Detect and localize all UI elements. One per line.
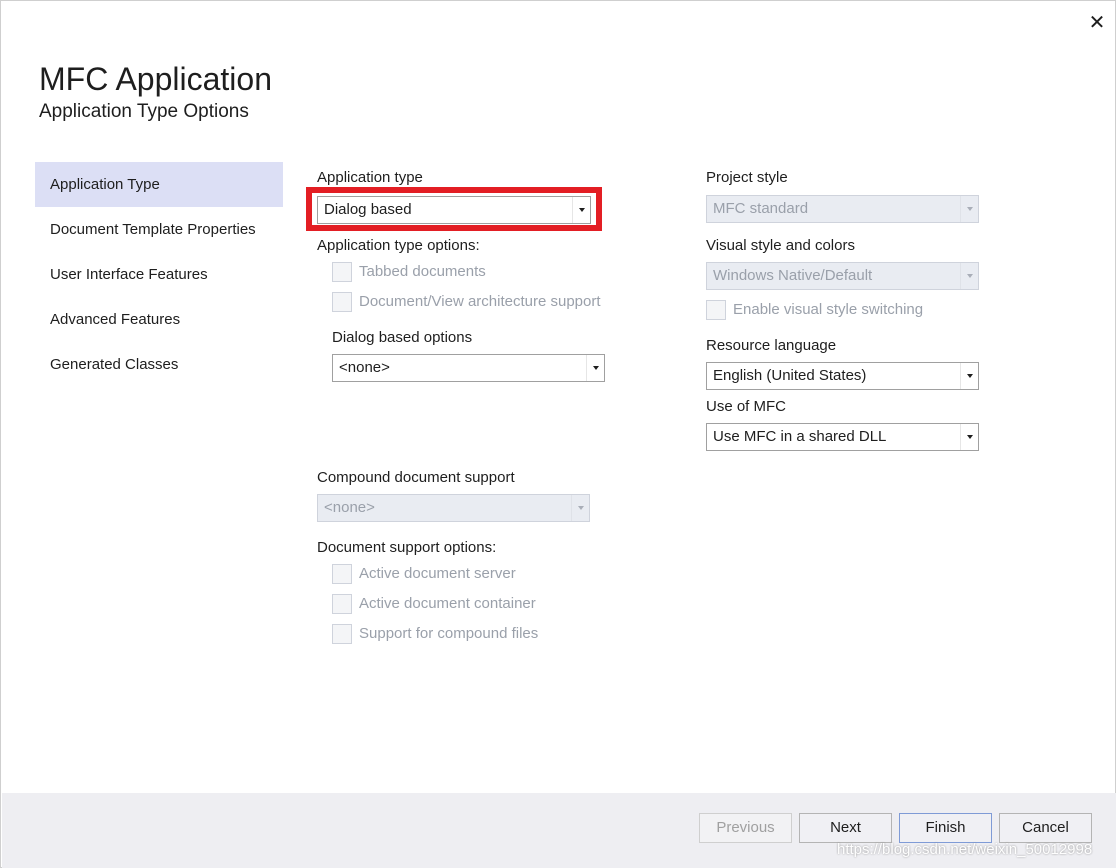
sidebar-item-generated-classes[interactable]: Generated Classes: [35, 342, 283, 387]
previous-button[interactable]: Previous: [699, 813, 792, 843]
cancel-button[interactable]: Cancel: [999, 813, 1092, 843]
close-icon[interactable]: ✕: [1085, 11, 1109, 35]
chevron-down-icon[interactable]: [586, 355, 604, 381]
page-subtitle: Application Type Options: [39, 101, 249, 122]
checkbox-box[interactable]: [332, 564, 352, 584]
finish-button[interactable]: Finish: [899, 813, 992, 843]
resource-language-select[interactable]: English (United States): [706, 362, 979, 390]
application-type-select[interactable]: Dialog based: [317, 196, 591, 224]
checkbox-box[interactable]: [332, 262, 352, 282]
checkbox-label: Active document server: [359, 565, 516, 582]
page-title: MFC Application: [39, 61, 272, 97]
resource-language-label: Resource language: [706, 337, 837, 354]
sidebar-item-document-template-properties[interactable]: Document Template Properties: [35, 207, 283, 252]
chevron-down-icon: [960, 196, 978, 222]
checkbox-box[interactable]: [332, 594, 352, 614]
chevron-down-icon[interactable]: [572, 197, 590, 223]
next-button[interactable]: Next: [799, 813, 892, 843]
chevron-down-icon[interactable]: [960, 424, 978, 450]
visual-style-value: Windows Native/Default: [713, 267, 873, 284]
checkbox-label: Document/View architecture support: [359, 293, 601, 310]
application-type-value: Dialog based: [324, 201, 412, 218]
checkbox-label: Support for compound files: [359, 625, 539, 642]
document-support-options-label: Document support options:: [317, 539, 497, 556]
use-of-mfc-select[interactable]: Use MFC in a shared DLL: [706, 423, 979, 451]
compound-document-support-value: <none>: [324, 499, 375, 516]
dialog-based-options-value: <none>: [339, 359, 390, 376]
project-style-value: MFC standard: [713, 200, 809, 217]
watermark-text: https://blog.csdn.net/weixin_50012998: [837, 841, 1093, 858]
dialog-based-options-select[interactable]: <none>: [332, 354, 605, 382]
chevron-down-icon: [571, 495, 589, 521]
application-type-options-label: Application type options:: [317, 237, 480, 254]
checkbox-label: Active document container: [359, 595, 536, 612]
chevron-down-icon: [960, 263, 978, 289]
resource-language-value: English (United States): [713, 367, 867, 384]
use-of-mfc-value: Use MFC in a shared DLL: [713, 428, 887, 445]
checkbox-box[interactable]: [332, 292, 352, 312]
application-type-label: Application type: [317, 169, 423, 186]
checkbox-label: Tabbed documents: [359, 263, 486, 280]
mfc-wizard-dialog: ✕ MFC Application Application Type Optio…: [0, 0, 1116, 868]
use-of-mfc-label: Use of MFC: [706, 398, 787, 415]
sidebar-item-user-interface-features[interactable]: User Interface Features: [35, 252, 283, 297]
project-style-select: MFC standard: [706, 195, 979, 223]
checkbox-box[interactable]: [706, 300, 726, 320]
chevron-down-icon[interactable]: [960, 363, 978, 389]
sidebar-item-application-type[interactable]: Application Type: [35, 162, 283, 207]
compound-document-support-label: Compound document support: [317, 469, 515, 486]
sidebar-item-advanced-features[interactable]: Advanced Features: [35, 297, 283, 342]
visual-style-label: Visual style and colors: [706, 237, 855, 254]
dialog-based-options-label: Dialog based options: [332, 329, 473, 346]
sidebar-nav: Application Type Document Template Prope…: [35, 162, 283, 387]
compound-document-support-select: <none>: [317, 494, 590, 522]
project-style-label: Project style: [706, 169, 788, 186]
checkbox-box[interactable]: [332, 624, 352, 644]
visual-style-select: Windows Native/Default: [706, 262, 979, 290]
checkbox-label: Enable visual style switching: [733, 301, 924, 318]
